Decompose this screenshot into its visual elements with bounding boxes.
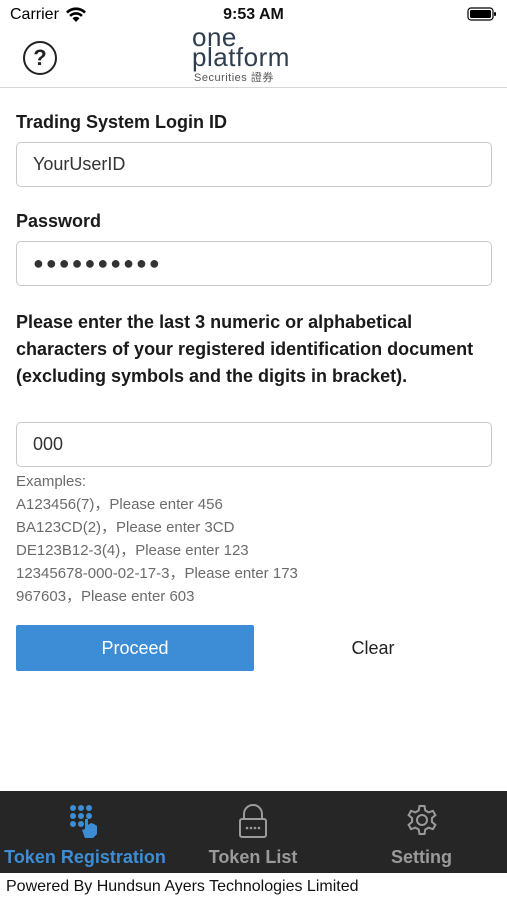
proceed-button[interactable]: Proceed [16, 625, 254, 671]
login-id-label: Trading System Login ID [16, 112, 228, 132]
examples-list: Examples: A123456(7)，Please enter 456 BA… [16, 470, 298, 608]
tab-bar: Token Registration Token List Setting [0, 791, 507, 873]
one-platform-logo: one platform Securities 證券 [190, 22, 320, 84]
id-chars-field[interactable]: 000 [16, 422, 492, 467]
help-icon: ? [33, 45, 47, 70]
example-item: 967603，Please enter 603 [16, 588, 195, 605]
tab-token-list[interactable]: Token List [170, 791, 336, 873]
powered-by-footer: Powered By Hundsun Ayers Technologies Li… [0, 873, 507, 900]
examples-heading: Examples: [16, 473, 87, 490]
id-chars-instruction: Please enter the last 3 numeric or alpha… [16, 312, 474, 386]
battery-icon [467, 7, 496, 21]
clear-button[interactable]: Clear [254, 625, 492, 671]
example-item: 12345678-000-02-17-3，Please enter 173 [16, 565, 298, 582]
example-item: BA123CD(2)，Please enter 3CD [16, 519, 235, 536]
tab-setting[interactable]: Setting [336, 791, 507, 873]
lock-icon [239, 804, 267, 838]
id-chars-value: 000 [33, 434, 64, 454]
password-label: Password [16, 211, 102, 231]
example-item: A123456(7)，Please enter 456 [16, 496, 223, 513]
app-header: ? one platform Securities 證券 [0, 22, 507, 88]
tab-label: Token Registration [4, 847, 166, 867]
logo-subtitle: Securities 證券 [194, 72, 274, 84]
login-id-value: YourUserID [33, 154, 126, 174]
example-item: DE123B12-3(4)，Please enter 123 [16, 542, 249, 559]
tab-label: Setting [391, 847, 452, 867]
tab-token-registration[interactable]: Token Registration [0, 791, 170, 873]
password-value: ●●●●●●●●●● [33, 253, 162, 273]
login-id-field[interactable]: YourUserID [16, 142, 492, 187]
help-button[interactable]: ? [23, 41, 57, 75]
token-registration-icon [70, 805, 97, 838]
tab-label: Token List [208, 847, 298, 867]
password-field[interactable]: ●●●●●●●●●● [16, 241, 492, 286]
gear-icon [406, 805, 437, 835]
